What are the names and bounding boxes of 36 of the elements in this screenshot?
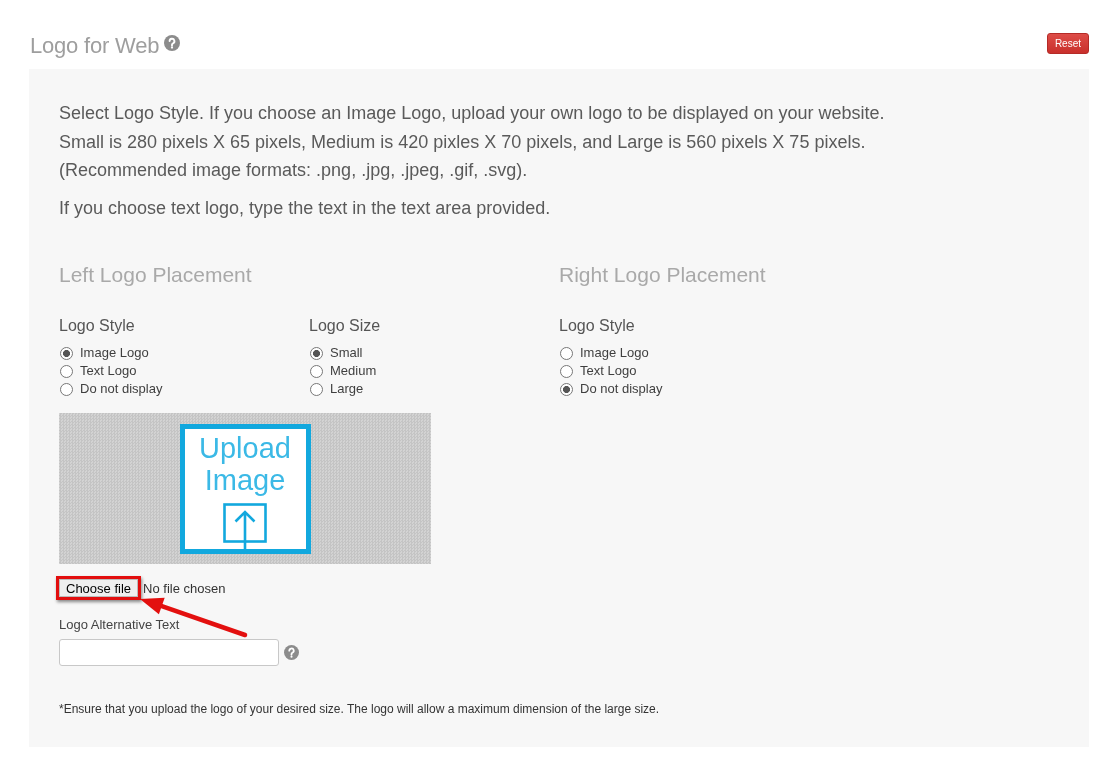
- help-icon[interactable]: [284, 645, 299, 660]
- footnote-text: *Ensure that you upload the logo of your desired size. The logo will allow a maximum dimension of the large size.: [59, 701, 661, 717]
- page-title: Logo for Web: [30, 33, 160, 59]
- radio-button[interactable]: [60, 364, 73, 378]
- radio-button[interactable]: [560, 364, 573, 378]
- radio-button[interactable]: [60, 346, 73, 360]
- reset-button[interactable]: Reset: [1046, 33, 1089, 54]
- group-label: Logo Style: [559, 316, 636, 336]
- option-label: Text Logo: [80, 363, 137, 379]
- section-heading: Right Logo Placement: [559, 262, 767, 288]
- group-label: Logo Style: [59, 316, 136, 336]
- radio-button[interactable]: [560, 382, 573, 396]
- radio-button[interactable]: [560, 346, 573, 360]
- option-label: Image Logo: [580, 345, 649, 361]
- option-label: Do not display: [580, 381, 663, 397]
- option-label: Image Logo: [80, 345, 149, 361]
- option-label: Small: [330, 345, 363, 361]
- option-label: Large: [330, 381, 364, 397]
- help-icon[interactable]: [164, 35, 181, 51]
- option-label: Text Logo: [580, 363, 637, 379]
- intro-text: Select Logo Style. If you choose an Image Logo, upload your own logo to be displayed on your website. Small is 280 pixels X 65 pixels, Medium is 420 pixles X 70 pixels, and Large is 560 pixels X 75 pixels. (Recommended image formats: .png, .jpg, .jpeg, .gif, .svg).: [59, 102, 886, 182]
- option-label: Medium: [330, 363, 377, 379]
- alt-text-field[interactable]: [59, 639, 279, 666]
- radio-button[interactable]: [60, 382, 73, 396]
- radio-button[interactable]: [310, 346, 323, 360]
- intro-text: If you choose text logo, type the text in the text area provided.: [59, 196, 552, 220]
- upload-label: Upload Image: [198, 431, 292, 496]
- file-status: No file chosen: [143, 580, 226, 596]
- section-heading: Left Logo Placement: [59, 262, 253, 288]
- upload-icon: [223, 502, 267, 549]
- field-label: Logo Alternative Text: [59, 617, 181, 633]
- radio-button[interactable]: [310, 364, 323, 378]
- choose-file-button[interactable]: Choose file: [59, 579, 139, 597]
- radio-button[interactable]: [310, 382, 323, 396]
- group-label: Logo Size: [309, 316, 382, 336]
- option-label: Do not display: [80, 381, 163, 397]
